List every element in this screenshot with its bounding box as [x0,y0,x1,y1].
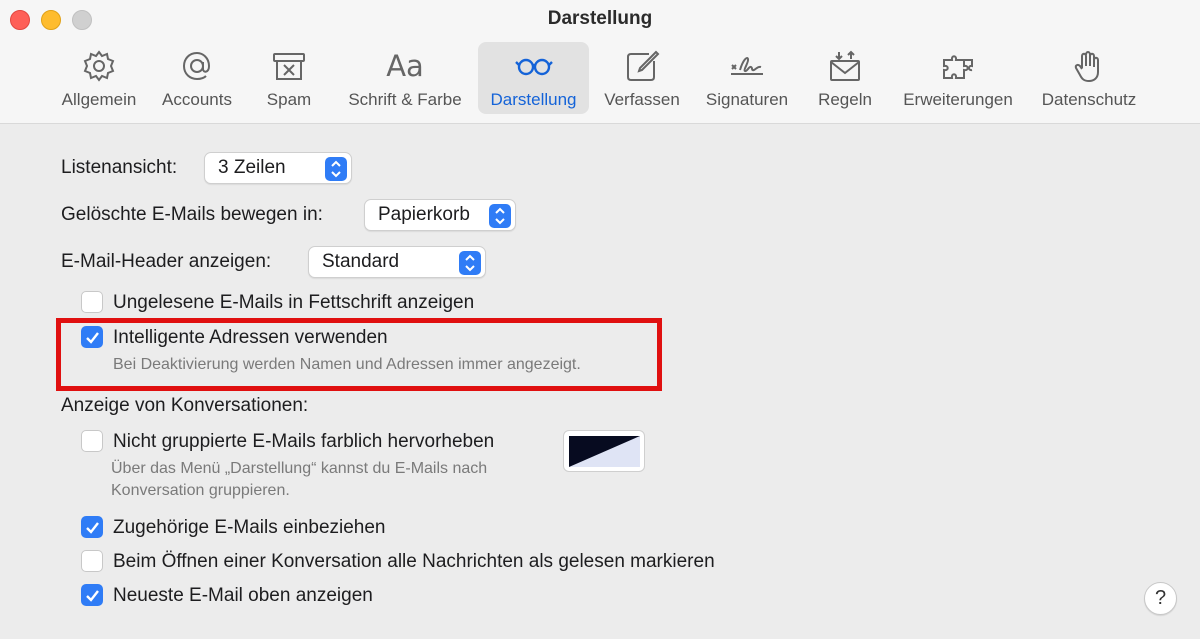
toolbar-label: Datenschutz [1041,90,1137,109]
toolbar-item-regeln[interactable]: Regeln [812,42,878,114]
title-bar: Darstellung Allgemein Accounts Spam Aa S… [0,0,1200,124]
highlight-ungrouped-hint-1: Über das Menü „Darstellung“ kannst du E-… [111,460,488,477]
toolbar-item-verfassen[interactable]: Verfassen [598,42,686,114]
toolbar-item-allgemein[interactable]: Allgemein [56,42,142,114]
preferences-window: Darstellung Allgemein Accounts Spam Aa S… [0,0,1200,639]
toolbar-item-signaturen[interactable]: Signaturen [700,42,794,114]
highlight-ungrouped-checkbox[interactable] [81,430,103,452]
toolbar-label: Regeln [818,90,872,109]
toolbar-item-datenschutz[interactable]: Datenschutz [1034,42,1144,114]
smart-addresses-checkbox[interactable] [81,326,103,348]
toolbar-label: Accounts [162,90,232,109]
toolbar-label: Allgemein [61,90,137,109]
chevron-updown-icon [325,157,347,181]
include-related-checkbox[interactable] [81,516,103,538]
checkmark-icon [86,522,99,534]
toolbar-item-schrift-farbe[interactable]: Aa Schrift & Farbe [338,42,472,114]
header-show-popup[interactable]: Standard [308,246,486,278]
window-title: Darstellung [547,8,653,29]
toolbar-label: Darstellung [490,90,577,109]
unread-bold-label: Ungelesene E-Mails in Fettschrift anzeig… [113,292,475,313]
chevron-updown-icon [459,251,481,275]
include-related-label: Zugehörige E-Mails einbeziehen [113,517,386,538]
toolbar-label: Signaturen [705,90,789,109]
toolbar-item-accounts[interactable]: Accounts [154,42,240,114]
deleted-move-value: Papierkorb [378,204,470,225]
toolbar-label: Schrift & Farbe [348,90,462,109]
checkmark-icon [86,332,99,344]
header-show-value: Standard [322,251,400,272]
toolbar-label: Spam [266,90,312,109]
deleted-move-label: Gelöschte E-Mails bewegen in: [61,204,323,225]
checkmark-icon [86,590,99,602]
toolbar-item-spam[interactable]: Spam [254,42,324,114]
highlight-ungrouped-label: Nicht gruppierte E-Mails farblich hervor… [113,431,495,452]
signature-icon [725,46,769,86]
newest-on-top-label: Neueste E-Mail oben anzeigen [113,585,373,606]
at-sign-icon [175,46,219,86]
compose-icon [620,46,664,86]
smart-addresses-hint: Bei Deaktivierung werden Namen und Adres… [113,356,581,373]
toolbar-item-erweiterungen[interactable]: Erweiterungen [896,42,1020,114]
toolbar-item-darstellung[interactable]: Darstellung [478,42,589,114]
help-button[interactable]: ? [1144,582,1177,615]
header-show-label: E-Mail-Header anzeigen: [61,251,272,272]
list-view-label: Listenansicht: [61,157,178,178]
toolbar-label: Verfassen [604,90,680,109]
list-view-popup[interactable]: 3 Zeilen [204,152,352,184]
mark-all-read-label: Beim Öffnen einer Konversation alle Nach… [113,551,715,572]
mark-all-read-checkbox[interactable] [81,550,103,572]
chevron-updown-icon [489,204,511,228]
unread-bold-checkbox[interactable] [81,291,103,313]
list-view-value: 3 Zeilen [218,157,286,178]
settings-panel: Listenansicht: 3 Zeilen Gelöschte E-Mail… [0,125,1200,639]
gear-icon [77,46,121,86]
deleted-move-popup[interactable]: Papierkorb [364,199,516,231]
rules-envelope-icon [823,46,867,86]
glasses-icon [512,46,556,86]
font-icon: Aa [386,49,424,83]
newest-on-top-checkbox[interactable] [81,584,103,606]
smart-addresses-label: Intelligente Adressen verwenden [113,327,388,348]
toolbar-label: Erweiterungen [903,90,1013,109]
hand-icon [1067,46,1111,86]
highlight-ungrouped-hint-2: Konversation gruppieren. [111,482,290,499]
highlight-color-well[interactable] [563,430,645,472]
conversations-heading: Anzeige von Konversationen: [61,395,309,416]
puzzle-icon [936,46,980,86]
junk-tray-icon [267,46,311,86]
